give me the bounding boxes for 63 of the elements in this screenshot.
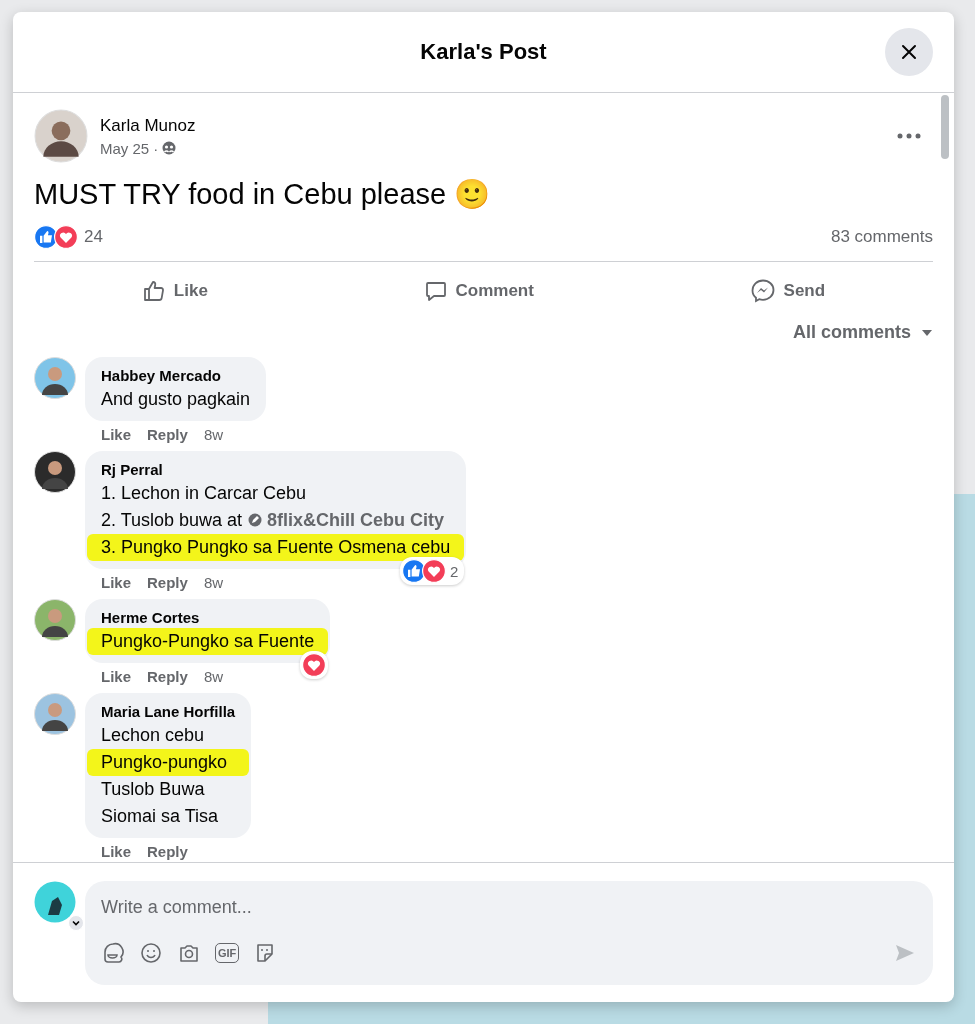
comment-time[interactable]: 8w: [203, 668, 224, 685]
messenger-icon: [749, 278, 776, 304]
reply-link[interactable]: Reply: [147, 668, 188, 685]
action-button[interactable]: Send: [719, 274, 856, 308]
emoji-icon[interactable]: [139, 941, 163, 965]
avatar[interactable]: [34, 109, 88, 163]
comment-text: 1. Lechon in Carcar Cebu: [101, 482, 308, 505]
like-link[interactable]: Like: [101, 843, 131, 860]
comment-time[interactable]: 8w: [203, 574, 224, 591]
heart-reaction-icon: [421, 559, 446, 583]
gif-button[interactable]: GIF: [215, 943, 240, 963]
chevron-down-icon[interactable]: [68, 915, 84, 931]
reply-link[interactable]: Reply: [147, 574, 188, 591]
comment-time[interactable]: 8w: [203, 426, 224, 443]
avatar[interactable]: [34, 881, 76, 923]
comment-input[interactable]: Write a comment... GIF: [85, 881, 933, 985]
scrollbar[interactable]: [941, 95, 949, 159]
comment-text: Lechon cebu: [101, 724, 206, 747]
author-name[interactable]: Karla Munoz: [100, 115, 885, 136]
tag-icon: [248, 513, 263, 527]
post-text: MUST TRY food in Cebu please: [34, 178, 447, 210]
avatar[interactable]: [34, 357, 76, 399]
comment-text: 3. Pungko Pungko sa Fuente Osmena cebu: [87, 534, 465, 561]
like-link[interactable]: Like: [101, 574, 131, 591]
reaction-badge[interactable]: 2: [399, 557, 465, 585]
comment-text: Siomai sa Tisa: [101, 805, 220, 828]
comment-text: 2. Tuslob buwa at 8flix&Chill Cebu City: [101, 509, 446, 532]
avatar[interactable]: [34, 693, 76, 735]
smile-emoji: 🙂: [454, 177, 491, 211]
friends-icon: [162, 141, 177, 155]
post-date[interactable]: May 25: [100, 139, 150, 157]
action-button[interactable]: Like: [111, 274, 238, 308]
commenter-name[interactable]: Herme Cortes: [101, 609, 315, 626]
avatar[interactable]: [34, 599, 76, 641]
comment-sort-dropdown[interactable]: All comments: [792, 322, 933, 343]
comment-text: Pungko-Pungko sa Fuente: [87, 628, 329, 655]
comment-text: And gusto pagkain: [101, 388, 251, 411]
reaction-badge[interactable]: [300, 651, 329, 679]
caret-icon: [921, 328, 933, 337]
avatar-sticker-icon[interactable]: [101, 941, 125, 965]
comment-text: Tuslob Buwa: [101, 778, 206, 801]
comment-text: Pungko-pungko: [87, 749, 250, 776]
like-link[interactable]: Like: [101, 426, 131, 443]
more-icon[interactable]: [897, 133, 921, 139]
commenter-name[interactable]: Habbey Mercado: [101, 367, 251, 384]
commenter-name[interactable]: Rj Perral: [101, 461, 451, 478]
reply-link[interactable]: Reply: [147, 843, 188, 860]
dialog-title: Karla's Post: [420, 39, 547, 65]
reply-link[interactable]: Reply: [147, 426, 188, 443]
like-link[interactable]: Like: [101, 668, 131, 685]
action-button[interactable]: Comment: [393, 274, 564, 308]
separator: ·: [153, 139, 159, 157]
avatar[interactable]: [34, 451, 76, 493]
commenter-name[interactable]: Maria Lane Horfilla: [101, 703, 236, 720]
reaction-count[interactable]: 24: [84, 227, 103, 247]
page-tag-link[interactable]: 8flix&Chill Cebu City: [248, 510, 445, 530]
speech-bubble-icon: [423, 279, 448, 303]
thumbs-up-icon: [141, 279, 166, 303]
heart-reaction-icon: [302, 653, 327, 677]
comment-count[interactable]: 83 comments: [830, 227, 933, 247]
heart-reaction-icon[interactable]: [54, 225, 78, 249]
close-icon: [901, 44, 917, 60]
close-button[interactable]: [885, 28, 933, 76]
